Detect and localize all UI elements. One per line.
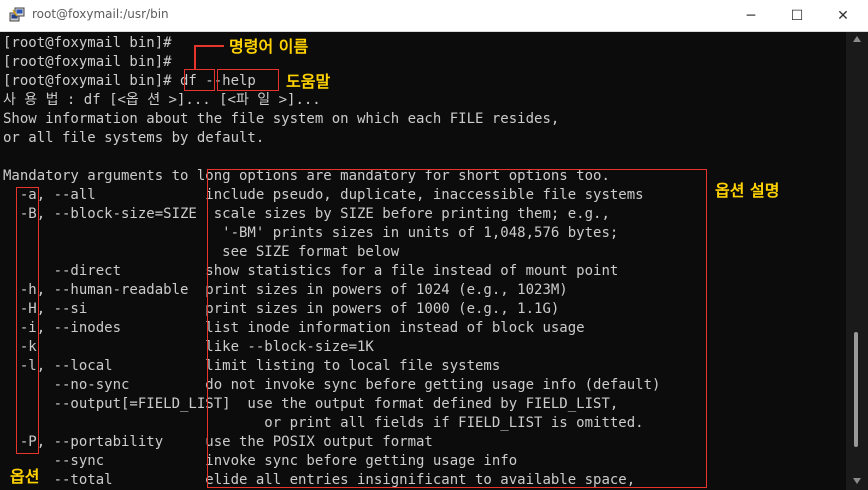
- options-highlight: [16, 187, 39, 454]
- option-description-label: 옵션 설명: [715, 181, 780, 200]
- terminal-line: Show information about the file system o…: [3, 111, 560, 127]
- minimize-button[interactable]: ─: [728, 0, 774, 31]
- command-name-highlight: [184, 69, 215, 91]
- option-description-highlight: [207, 169, 707, 488]
- maximize-button[interactable]: ☐: [774, 0, 820, 31]
- options-label: 옵션: [10, 467, 40, 486]
- scroll-thumb[interactable]: [854, 332, 858, 447]
- minimize-icon: ─: [746, 7, 756, 24]
- command-name-label: 명령어 이름: [229, 37, 309, 56]
- close-icon: ✕: [837, 7, 849, 24]
- maximize-icon: ☐: [790, 7, 804, 24]
- vertical-scrollbar[interactable]: [846, 32, 868, 490]
- help-highlight: [217, 69, 279, 91]
- terminal-window: root@foxymail:/usr/bin ─ ☐ ✕ [root@foxym…: [0, 0, 868, 490]
- putty-icon: [9, 7, 25, 23]
- terminal-line: 사 용 법 : df [<옵 션 >]... [<파 일 >]...: [3, 92, 321, 108]
- terminal-line: [root@foxymail bin]#: [3, 35, 172, 51]
- close-button[interactable]: ✕: [820, 0, 866, 31]
- command-name-pointer-vertical: [194, 45, 196, 69]
- scroll-down-arrow-icon[interactable]: [853, 478, 861, 484]
- command-name-pointer-horizontal: [194, 45, 224, 47]
- help-label: 도움말: [286, 72, 331, 91]
- terminal-line: or all file systems by default.: [3, 130, 265, 146]
- window-title: root@foxymail:/usr/bin: [32, 7, 169, 21]
- title-bar[interactable]: root@foxymail:/usr/bin ─ ☐ ✕: [0, 0, 868, 32]
- terminal-line: [root@foxymail bin]#: [3, 54, 172, 70]
- scroll-up-arrow-icon[interactable]: [853, 36, 861, 42]
